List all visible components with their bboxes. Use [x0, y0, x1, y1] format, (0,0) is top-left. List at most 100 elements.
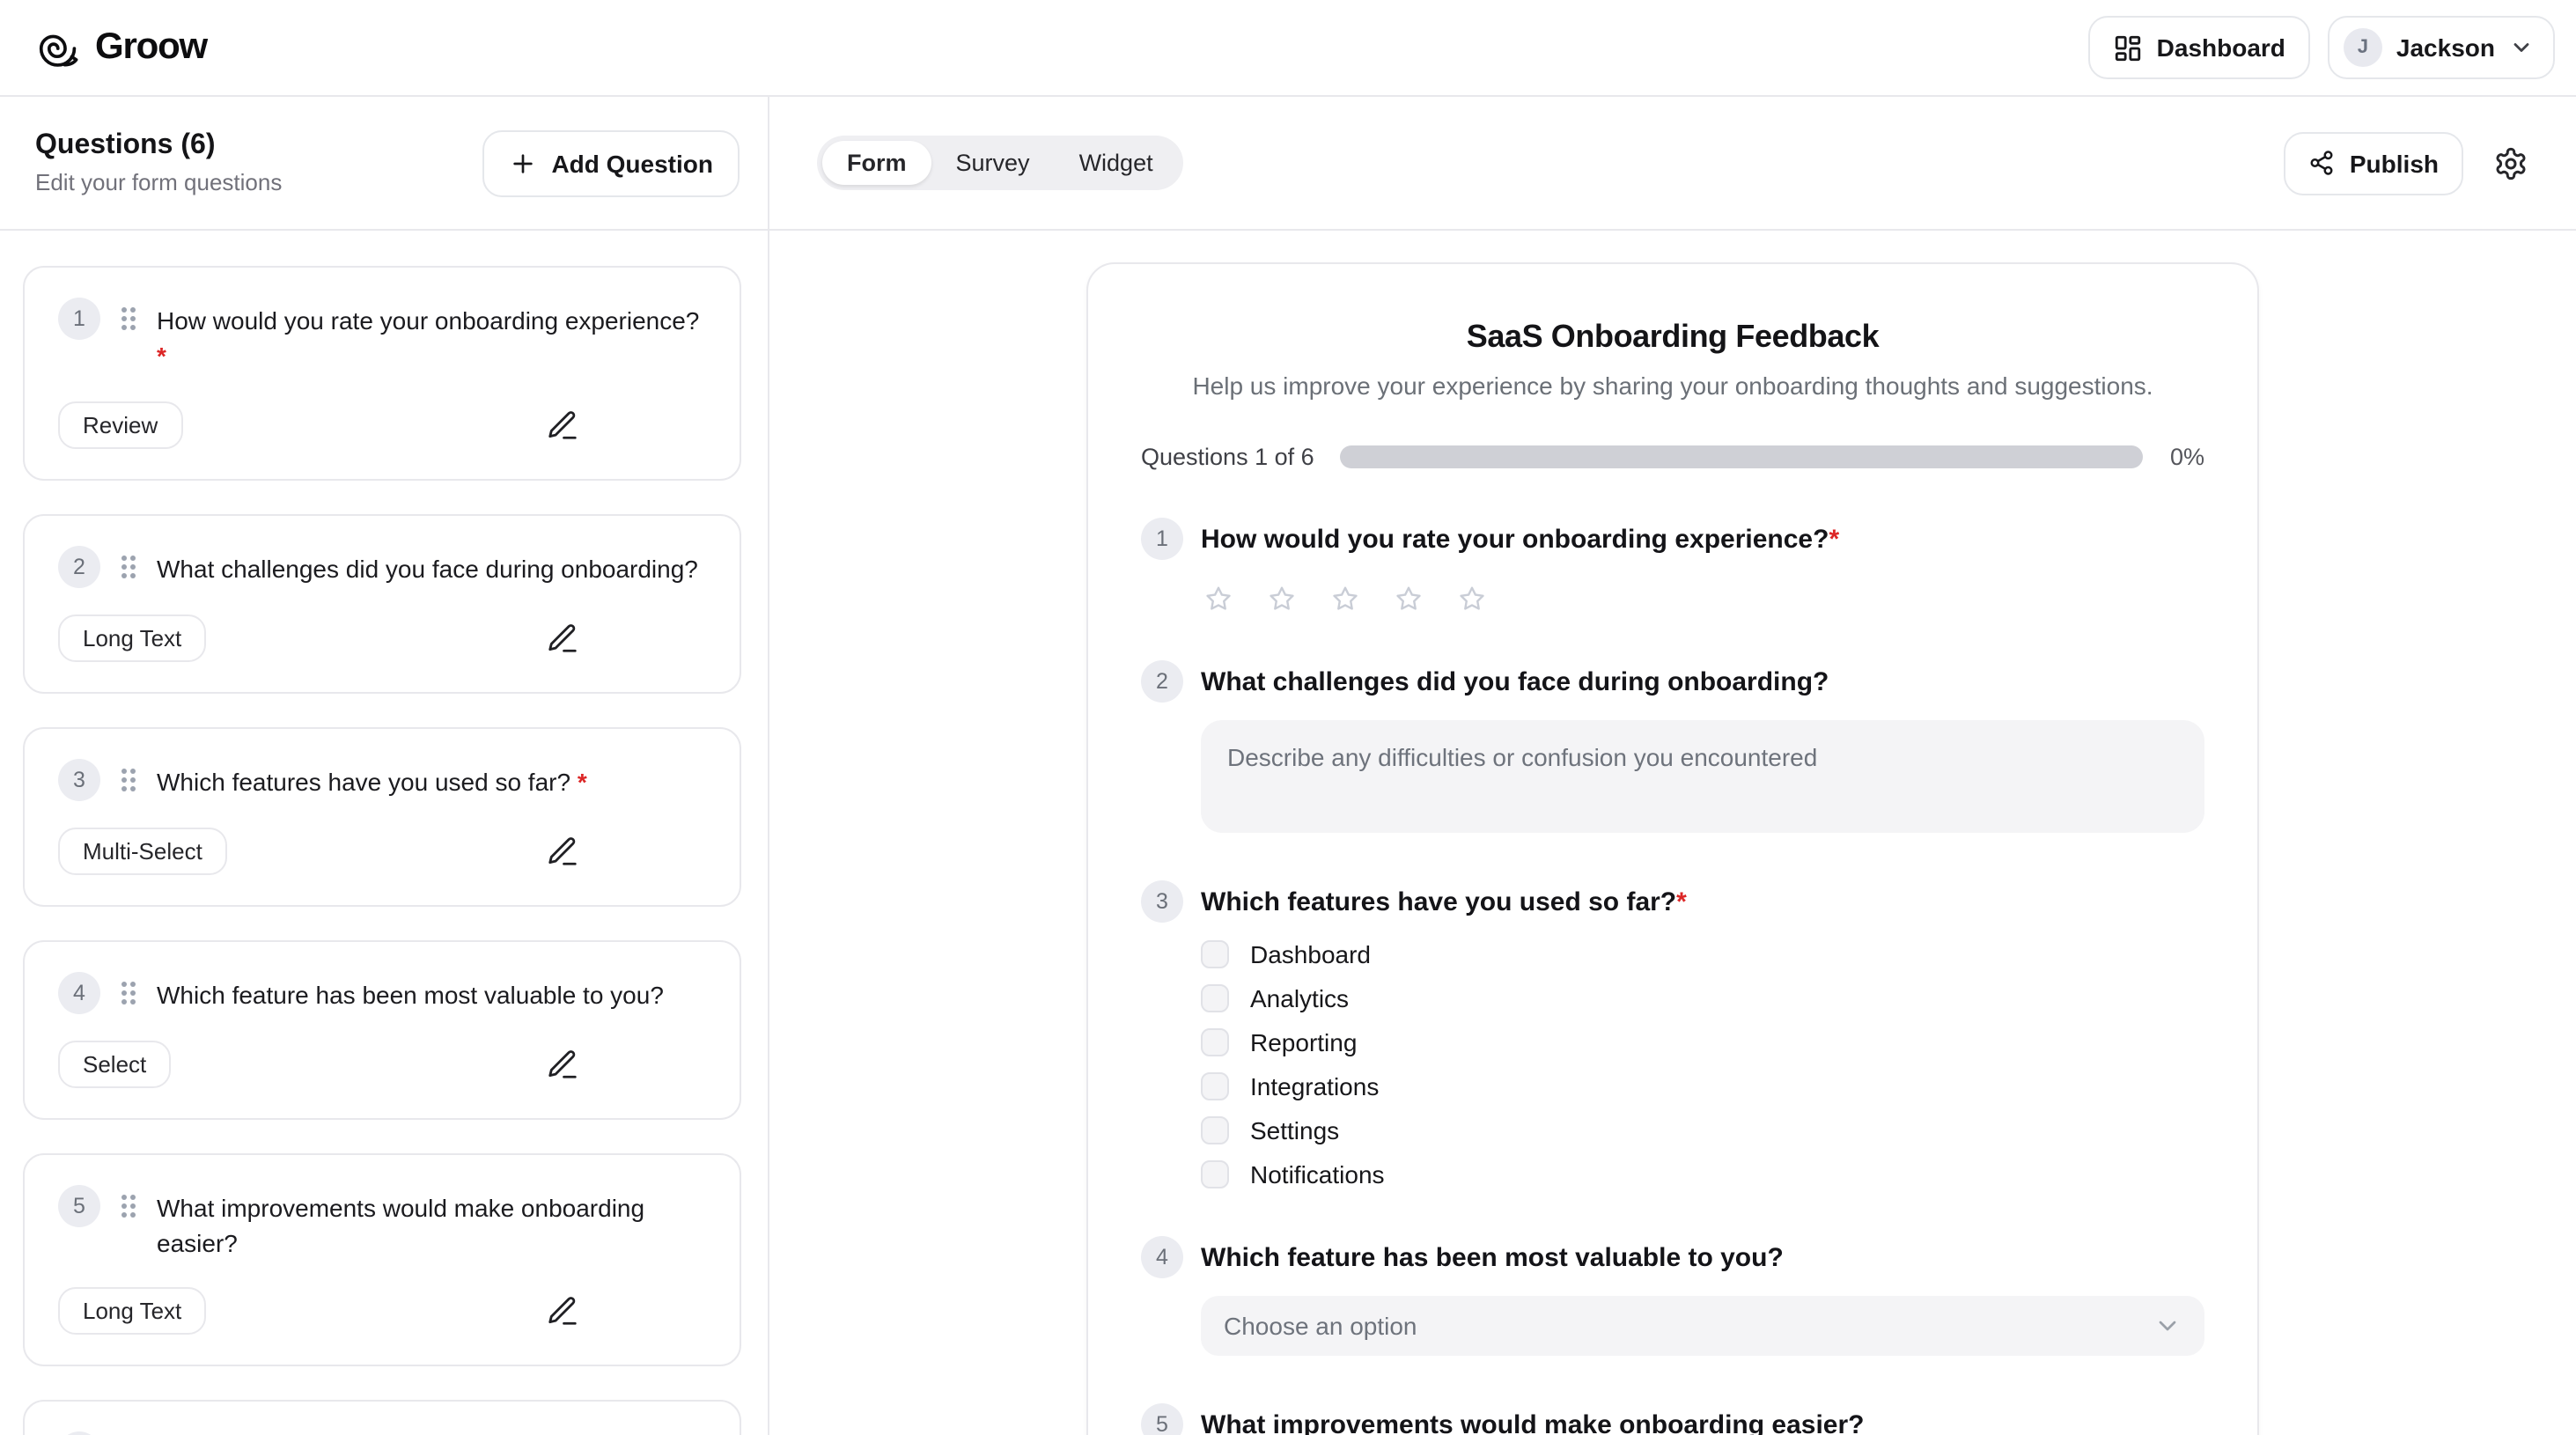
- checkbox-box[interactable]: [1201, 1028, 1229, 1056]
- answer-textarea[interactable]: [1201, 720, 2204, 833]
- star-icon[interactable]: [1395, 585, 1423, 613]
- star-icon[interactable]: [1331, 585, 1359, 613]
- question-card-1[interactable]: 1 How would you rate your onboarding exp…: [23, 266, 741, 480]
- tab-survey[interactable]: Survey: [931, 141, 1055, 185]
- add-question-label: Add Question: [551, 149, 713, 177]
- form-title: SaaS Onboarding Feedback: [1141, 319, 2204, 356]
- star-icon[interactable]: [1458, 585, 1486, 613]
- pen-icon: [546, 621, 579, 654]
- avatar: J: [2344, 28, 2382, 67]
- question-number-badge: 3: [58, 758, 100, 800]
- share-icon: [2309, 150, 2336, 176]
- checkbox-box[interactable]: [1201, 984, 1229, 1012]
- question-type-badge: Select: [58, 1040, 171, 1087]
- checkbox-option[interactable]: Reporting: [1201, 1028, 2204, 1056]
- drag-handle-icon[interactable]: [120, 1193, 137, 1218]
- question-list: 1 How would you rate your onboarding exp…: [0, 231, 769, 1435]
- tab-widget[interactable]: Widget: [1055, 141, 1178, 185]
- checkbox-option[interactable]: Settings: [1201, 1116, 2204, 1144]
- question-card-bottom: Select: [58, 1040, 706, 1087]
- edit-question-button[interactable]: [546, 621, 579, 654]
- question-card-bottom: Multi-Select: [58, 827, 706, 874]
- question-number-badge: 1: [58, 298, 100, 340]
- form-question-body: [1201, 720, 2204, 833]
- checkbox-label: Dashboard: [1250, 940, 1371, 968]
- question-number-badge: 5: [58, 1184, 100, 1226]
- rating-stars: [1204, 585, 2204, 613]
- view-tabs: Form Survey Widget: [817, 136, 1183, 190]
- question-card-6[interactable]: 6 Any other feedback about your experien…: [23, 1400, 741, 1435]
- sidebar-subtitle: Edit your form questions: [35, 169, 282, 195]
- checkbox-label: Notifications: [1250, 1160, 1385, 1188]
- question-title: What improvements would make onboarding …: [1201, 1409, 1865, 1435]
- user-menu-button[interactable]: J Jackson: [2328, 16, 2555, 79]
- form-preview-area: SaaS Onboarding Feedback Help us improve…: [769, 231, 2576, 1435]
- question-card-3[interactable]: 3 Which features have you used so far? *…: [23, 726, 741, 906]
- checkbox-option[interactable]: Notifications: [1201, 1160, 2204, 1188]
- checkbox-label: Settings: [1250, 1116, 1339, 1144]
- question-card-top: 4 Which feature has been most valuable t…: [58, 971, 706, 1013]
- drag-handle-icon[interactable]: [120, 554, 137, 578]
- checkbox-box[interactable]: [1201, 1072, 1229, 1100]
- sidebar-title: Questions (6): [35, 130, 282, 162]
- checkbox-group: Dashboard Analytics Reporting Integratio…: [1201, 940, 2204, 1188]
- checkbox-box[interactable]: [1201, 1160, 1229, 1188]
- question-card-2[interactable]: 2 What challenges did you face during on…: [23, 513, 741, 693]
- publish-button[interactable]: Publish: [2285, 131, 2463, 195]
- checkbox-option[interactable]: Integrations: [1201, 1072, 2204, 1100]
- dashboard-button[interactable]: Dashboard: [2088, 16, 2310, 79]
- settings-button[interactable]: [2493, 145, 2528, 180]
- form-question-header: 1 How would you rate your onboarding exp…: [1141, 518, 2204, 560]
- drag-handle-icon[interactable]: [120, 980, 137, 1004]
- preview-toolbar: Form Survey Widget Publish: [769, 97, 2576, 231]
- header-actions: Dashboard J Jackson: [2088, 16, 2555, 79]
- question-card-top: 6 Any other feedback about your experien…: [58, 1431, 706, 1435]
- add-question-button[interactable]: Add Question: [482, 129, 740, 196]
- question-text: Which features have you used so far? *: [157, 758, 587, 799]
- star-icon[interactable]: [1268, 585, 1296, 613]
- form-question-5: 5 What improvements would make onboardin…: [1141, 1403, 2204, 1435]
- tab-form[interactable]: Form: [822, 141, 931, 185]
- form-question-1: 1 How would you rate your onboarding exp…: [1141, 518, 2204, 613]
- pen-icon: [546, 1294, 579, 1328]
- question-number-badge: 2: [58, 545, 100, 587]
- drag-handle-icon[interactable]: [120, 306, 137, 331]
- star-icon[interactable]: [1204, 585, 1233, 613]
- question-card-top: 3 Which features have you used so far? *: [58, 758, 706, 800]
- form-question-header: 3 Which features have you used so far?*: [1141, 880, 2204, 923]
- form-preview-card: SaaS Onboarding Feedback Help us improve…: [1086, 262, 2259, 1435]
- edit-question-button[interactable]: [546, 1047, 579, 1080]
- publish-label: Publish: [2350, 149, 2439, 177]
- form-question-4: 4 Which feature has been most valuable t…: [1141, 1236, 2204, 1356]
- select-field[interactable]: Choose an option: [1201, 1296, 2204, 1356]
- app-window: Groow Dashboard J Jackson: [0, 0, 2576, 1435]
- checkbox-option[interactable]: Analytics: [1201, 984, 2204, 1012]
- form-question-header: 2 What challenges did you face during on…: [1141, 660, 2204, 703]
- pen-icon: [546, 408, 579, 441]
- user-name: Jackson: [2396, 33, 2495, 62]
- question-text: What improvements would make onboarding …: [157, 1184, 706, 1261]
- edit-question-button[interactable]: [546, 834, 579, 867]
- question-number-badge: 6: [58, 1431, 100, 1435]
- checkbox-box[interactable]: [1201, 1116, 1229, 1144]
- checkbox-option[interactable]: Dashboard: [1201, 940, 2204, 968]
- form-question-header: 5 What improvements would make onboardin…: [1141, 1403, 2204, 1435]
- question-card-top: 1 How would you rate your onboarding exp…: [58, 298, 706, 374]
- question-card-bottom: Long Text: [58, 614, 706, 661]
- question-card-5[interactable]: 5 What improvements would make onboardin…: [23, 1152, 741, 1366]
- progress-row: Questions 1 of 6 0%: [1141, 444, 2204, 470]
- form-description: Help us improve your experience by shari…: [1141, 372, 2204, 400]
- checkbox-box[interactable]: [1201, 940, 1229, 968]
- checkbox-label: Reporting: [1250, 1028, 1357, 1056]
- progress-track: [1341, 445, 2144, 468]
- question-type-badge: Review: [58, 401, 182, 448]
- question-text: Which feature has been most valuable to …: [157, 971, 664, 1012]
- edit-question-button[interactable]: [546, 408, 579, 441]
- chevron-down-icon: [2153, 1312, 2182, 1340]
- required-asterisk: *: [1829, 524, 1839, 554]
- question-title: How would you rate your onboarding exper…: [1201, 524, 1839, 554]
- drag-handle-icon[interactable]: [120, 767, 137, 791]
- form-question-header: 4 Which feature has been most valuable t…: [1141, 1236, 2204, 1278]
- question-card-4[interactable]: 4 Which feature has been most valuable t…: [23, 939, 741, 1119]
- edit-question-button[interactable]: [546, 1294, 579, 1328]
